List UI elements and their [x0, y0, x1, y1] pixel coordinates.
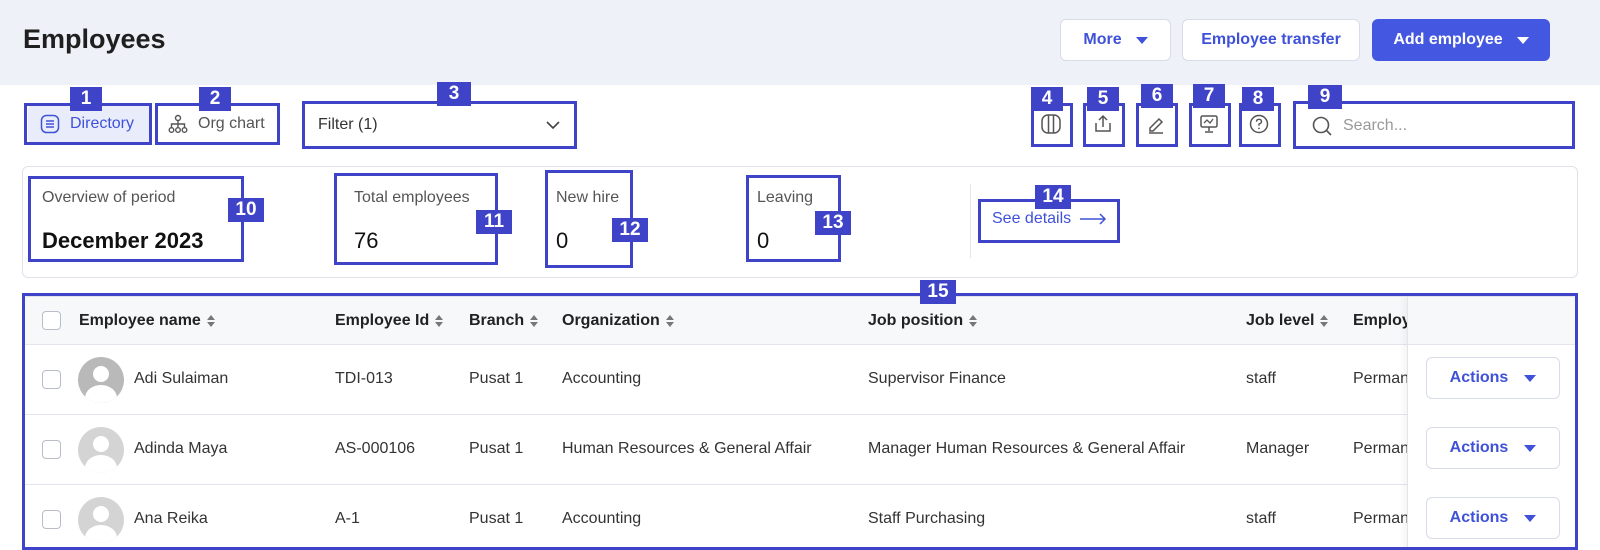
marker-badge: 7 — [1193, 84, 1225, 108]
page-header: Employees More Employee transfer Add emp… — [0, 0, 1600, 85]
marker-badge: 9 — [1308, 85, 1342, 109]
annotation-box — [302, 101, 577, 149]
page-title: Employees — [23, 24, 166, 54]
marker-badge: 1 — [70, 87, 102, 111]
marker-badge: 15 — [920, 280, 956, 304]
chevron-down-icon — [1135, 36, 1148, 44]
marker-badge: 2 — [199, 87, 231, 111]
marker-badge: 4 — [1031, 87, 1063, 111]
marker-badge: 5 — [1087, 87, 1119, 111]
marker-badge: 11 — [476, 210, 512, 234]
annotation-box — [28, 176, 244, 262]
chevron-down-icon — [1516, 36, 1529, 44]
annotation-box — [1189, 103, 1231, 147]
more-label: More — [1083, 31, 1122, 48]
marker-badge: 13 — [815, 211, 851, 235]
divider — [970, 184, 971, 258]
employee-transfer-button[interactable]: Employee transfer — [1182, 19, 1360, 61]
annotation-box — [22, 293, 1578, 550]
marker-badge: 14 — [1035, 185, 1071, 209]
annotation-box — [1136, 103, 1178, 147]
marker-badge: 8 — [1242, 87, 1274, 111]
add-employee-button[interactable]: Add employee — [1372, 19, 1550, 61]
marker-badge: 12 — [612, 218, 648, 242]
add-employee-label: Add employee — [1393, 31, 1503, 48]
more-button[interactable]: More — [1060, 19, 1171, 61]
marker-badge: 10 — [228, 198, 264, 222]
marker-badge: 3 — [437, 82, 471, 106]
marker-badge: 6 — [1141, 84, 1173, 108]
annotation-box — [334, 173, 498, 265]
